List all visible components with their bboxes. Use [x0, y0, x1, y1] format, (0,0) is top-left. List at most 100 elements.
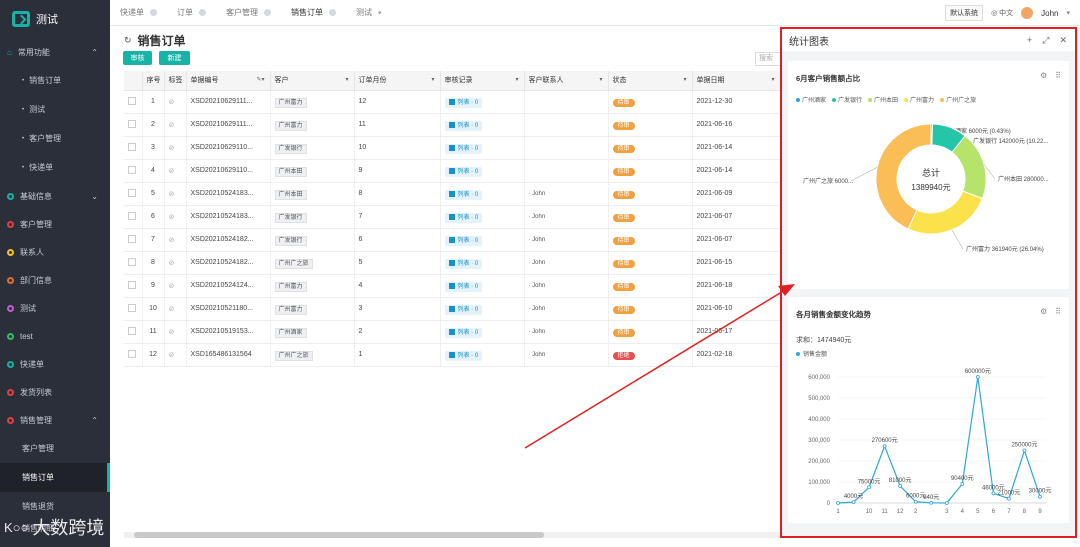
contact-tag[interactable]: · John [529, 329, 546, 335]
chevron-down-icon[interactable]: ▾ [345, 76, 348, 83]
row-checkbox[interactable] [124, 136, 143, 160]
row-tag[interactable]: ⊘ [164, 205, 187, 229]
sidebar-group-express[interactable]: 快递单 [0, 350, 110, 378]
row-tag[interactable]: ⊘ [164, 251, 187, 275]
row-checkbox[interactable] [124, 228, 143, 252]
table-row[interactable]: 3 ⊘ XSD20210629110... 广发银行 10 列表 · 0 待审 2021-06… [124, 136, 781, 160]
checkbox[interactable] [128, 96, 136, 105]
row-code[interactable]: XSD20210521180... [186, 297, 271, 321]
paperclip-icon[interactable]: ⊘ [169, 191, 175, 198]
tab-test[interactable]: 测试 ▾ [346, 0, 392, 26]
audit-record-link[interactable]: 列表 · 0 [444, 305, 483, 315]
checkbox[interactable] [128, 349, 136, 358]
audit-record-link[interactable]: 列表 · 0 [444, 190, 483, 200]
checkbox[interactable] [128, 303, 136, 312]
audit-button[interactable]: 审核 [123, 51, 152, 65]
paperclip-icon[interactable]: ⊘ [169, 145, 175, 152]
table-row[interactable]: 10 ⊘ XSD20210521180... 广州富力 3 列表 · 0 · John 待审 2… [124, 297, 781, 321]
chevron-down-icon[interactable]: ▾ [515, 76, 518, 83]
row-code[interactable]: XSD20210629110... [186, 159, 271, 183]
table-row[interactable]: 5 ⊘ XSD20210524183... 广州本田 8 列表 · 0 · John 待审 20… [124, 182, 781, 206]
row-code[interactable]: XSD20210519153... [186, 320, 271, 344]
expand-icon[interactable]: ⤢ [1042, 35, 1049, 46]
table-row[interactable]: 4 ⊘ XSD20210629110... 广州本田 9 列表 · 0 待审 2021-06-… [124, 159, 781, 183]
app-logo[interactable]: 测试 [0, 0, 110, 38]
audit-record-link[interactable]: 列表 · 0 [444, 144, 483, 154]
sidebar-group-shipping[interactable]: 发货列表 [0, 378, 110, 406]
sidebar-item-express[interactable]: • 快递单 [0, 153, 110, 182]
audit-record-link[interactable]: 列表 · 0 [444, 259, 483, 269]
row-checkbox[interactable] [124, 343, 143, 367]
customer-tag[interactable]: 广州富力 [274, 121, 307, 131]
sidebar-group-sales[interactable]: 销售管理 ⌃ [0, 406, 110, 434]
checkbox[interactable] [128, 257, 136, 266]
paperclip-icon[interactable]: ⊘ [169, 99, 175, 106]
chevron-down-icon[interactable]: ▾ [683, 76, 686, 83]
audit-record-link[interactable]: 列表 · 0 [444, 213, 483, 223]
customer-tag[interactable]: 广州广之旅 [274, 351, 313, 361]
row-code[interactable]: XSD20210524124... [186, 274, 271, 298]
row-code[interactable]: XSD20210524183... [186, 182, 271, 206]
contact-tag[interactable]: · John [529, 260, 546, 266]
checkbox[interactable] [128, 326, 136, 335]
audit-record-link[interactable]: 列表 · 0 [444, 282, 483, 292]
customer-tag[interactable]: 广州富力 [274, 305, 307, 315]
sidebar-group-customer[interactable]: 客户管理 [0, 210, 110, 238]
tab-customers[interactable]: 客户管理 [216, 0, 281, 26]
sidebar-item-sales-customers[interactable]: 客户管理 [0, 434, 110, 463]
paperclip-icon[interactable]: ⊘ [169, 260, 175, 267]
tab-sales-orders[interactable]: 销售订单 [281, 0, 346, 26]
customer-tag[interactable]: 广州本田 [274, 167, 307, 177]
paperclip-icon[interactable]: ⊘ [169, 306, 175, 313]
customer-tag[interactable]: 广州富力 [274, 282, 307, 292]
row-code[interactable]: XSD165486131564 [186, 343, 271, 367]
paperclip-icon[interactable]: ⊘ [169, 329, 175, 336]
paperclip-icon[interactable]: ⊘ [169, 237, 175, 244]
paperclip-icon[interactable]: ⊘ [169, 352, 175, 359]
close-icon[interactable]: ✕ [1059, 35, 1067, 46]
sidebar-group-contacts[interactable]: 联系人 [0, 238, 110, 266]
plus-icon[interactable]: + [1027, 35, 1032, 46]
header-month[interactable]: 订单月份 ▾ [354, 71, 441, 91]
audit-record-link[interactable]: 列表 · 0 [444, 167, 483, 177]
row-checkbox[interactable] [124, 90, 143, 114]
audit-record-link[interactable]: 列表 · 0 [444, 351, 483, 361]
table-row[interactable]: 9 ⊘ XSD20210524124... 广州富力 4 列表 · 0 · John 待审 20… [124, 274, 781, 298]
paperclip-icon[interactable]: ⊘ [169, 214, 175, 221]
sidebar-item-sales-order[interactable]: • 销售订单 [0, 66, 110, 95]
close-icon[interactable] [150, 9, 157, 16]
customer-tag[interactable]: 广发银行 [274, 236, 307, 246]
system-selector[interactable]: 默认系统 [945, 5, 984, 21]
sidebar-item-sales-orders[interactable]: 销售订单 [0, 463, 110, 492]
close-icon[interactable] [264, 9, 271, 16]
row-checkbox[interactable] [124, 274, 143, 298]
row-tag[interactable]: ⊘ [164, 113, 187, 137]
checkbox[interactable] [128, 211, 136, 220]
header-contact[interactable]: 客户联系人 ▾ [524, 71, 609, 91]
horizontal-scrollbar[interactable] [124, 532, 780, 538]
sidebar-item-test[interactable]: • 测试 [0, 95, 110, 124]
checkbox[interactable] [128, 280, 136, 289]
sidebar-group-departments[interactable]: 部门信息 [0, 266, 110, 294]
contact-tag[interactable]: · John [529, 352, 546, 358]
contact-tag[interactable]: · John [529, 191, 546, 197]
audit-record-link[interactable]: 列表 · 0 [444, 328, 483, 338]
header-tag[interactable]: 标签 [164, 71, 187, 91]
row-tag[interactable]: ⊘ [164, 182, 187, 206]
customer-tag[interactable]: 广发银行 [274, 213, 307, 223]
chevron-down-icon[interactable]: ▾ [771, 76, 774, 83]
row-checkbox[interactable] [124, 182, 143, 206]
chevron-down-icon[interactable]: ▾ [431, 76, 434, 83]
header-no[interactable]: 序号 [142, 71, 165, 91]
table-row[interactable]: 6 ⊘ XSD20210524183... 广发银行 7 列表 · 0 · John 待审 20… [124, 205, 781, 229]
refresh-icon[interactable]: ↻ [124, 35, 132, 46]
sidebar-group-test[interactable]: 测试 [0, 294, 110, 322]
row-checkbox[interactable] [124, 113, 143, 137]
row-checkbox[interactable] [124, 320, 143, 344]
close-icon[interactable] [329, 9, 336, 16]
header-audit[interactable]: 审核记录 ▾ [440, 71, 525, 91]
paperclip-icon[interactable]: ⊘ [169, 122, 175, 129]
chevron-down-icon[interactable]: ▾ [599, 76, 602, 83]
audit-record-link[interactable]: 列表 · 0 [444, 121, 483, 131]
pin-icon[interactable]: ✎▾ [256, 76, 264, 83]
